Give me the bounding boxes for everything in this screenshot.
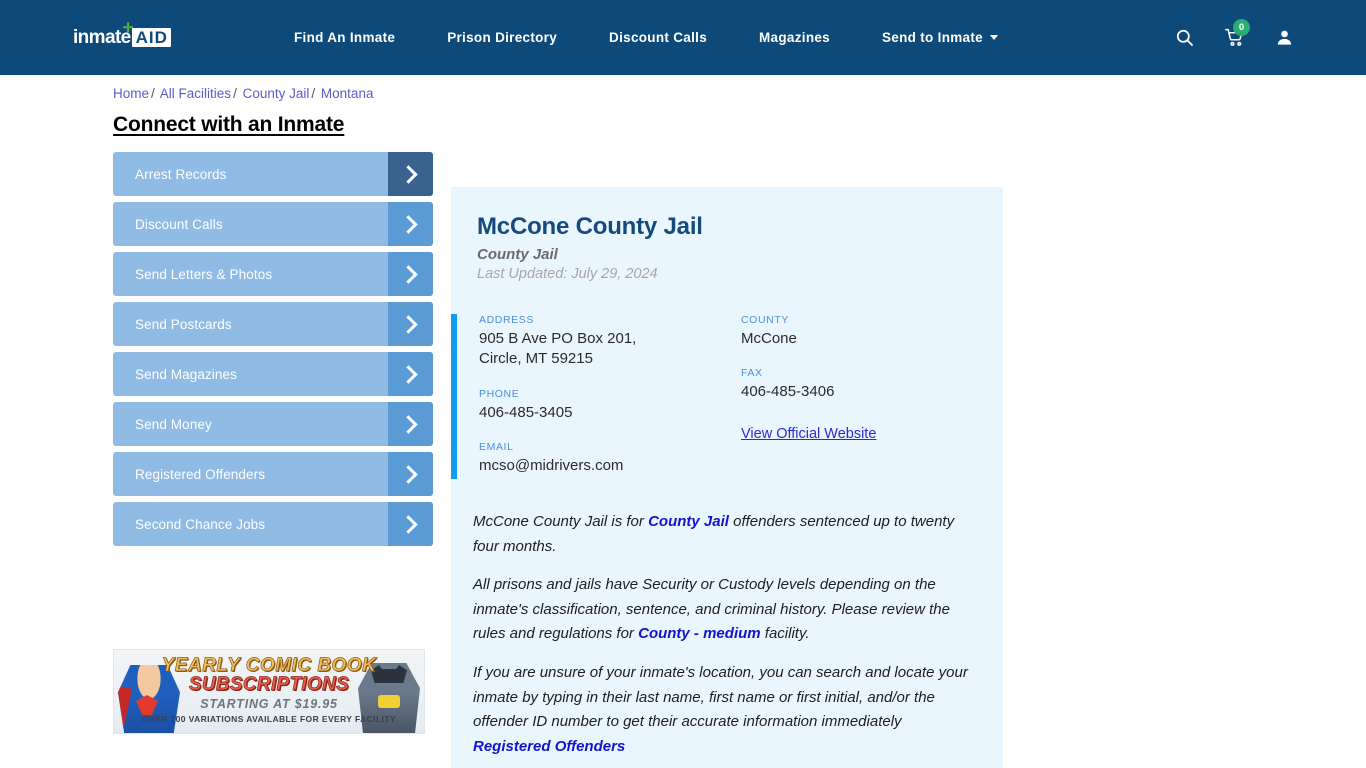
logo-badge: AID (131, 28, 171, 47)
accent-bar (451, 314, 457, 479)
description-paragraph-2: All prisons and jails have Security or C… (473, 573, 981, 647)
breadcrumb: Home / All Facilities / County Jail / Monta… (113, 86, 373, 101)
email-block: EMAIL mcso@midrivers.com (479, 441, 741, 476)
paragraph-3-text-a: If you are unsure of your inmate's locat… (473, 663, 968, 731)
sidebar-item-registered-offenders[interactable]: Registered Offenders (113, 452, 433, 496)
site-logo[interactable]: inmate AID ✛ (73, 21, 253, 47)
paragraph-1-text-a: McCone County Jail is for (473, 513, 649, 530)
header-icon-group: 0 (1175, 19, 1306, 47)
chevron-right-icon (388, 152, 433, 196)
email-value: mcso@midrivers.com (479, 456, 624, 474)
description-paragraph-1: McCone County Jail is for County Jail of… (473, 510, 981, 559)
address-line-1: 905 B Ave PO Box 201, (479, 330, 637, 347)
county-block: COUNTY McCone (741, 314, 1003, 349)
paragraph-2-text-b: facility. (760, 625, 810, 643)
view-official-website-link[interactable]: View Official Website (741, 426, 876, 442)
description-paragraph-3: If you are unsure of your inmate's locat… (473, 661, 981, 759)
chevron-right-icon (388, 402, 433, 446)
chevron-right-icon (388, 202, 433, 246)
facility-card-header: McCone County Jail County Jail Last Upda… (451, 213, 1003, 282)
sidebar-item-arrest-records[interactable]: Arrest Records (113, 152, 433, 196)
breadcrumb-separator: / (233, 86, 237, 101)
county-jail-link[interactable]: County Jail (648, 513, 729, 530)
ad-subtitle: STARTING AT $19.95 (200, 697, 338, 711)
sidebar-title: Connect with an Inmate (113, 113, 345, 136)
ad-title-line-2: SUBSCRIPTIONS (188, 674, 350, 696)
address-label: ADDRESS (479, 314, 534, 326)
email-label: EMAIL (479, 440, 514, 453)
nav-item-discount-calls[interactable]: Discount Calls (583, 30, 733, 45)
facility-contact-info: ADDRESS 905 B Ave PO Box 201, Circle, MT… (451, 314, 1003, 494)
registered-offenders-link[interactable]: Registered Offenders (473, 738, 625, 755)
county-value: McCone (741, 330, 797, 347)
address-value: 905 B Ave PO Box 201, Circle, MT 59215 (479, 329, 741, 370)
chevron-right-icon (388, 452, 433, 496)
sidebar-item-send-letters-photos[interactable]: Send Letters & Photos (113, 252, 433, 296)
sidebar-item-label: Registered Offenders (135, 466, 266, 482)
nav-item-send-to-inmate-label: Send to Inmate (882, 30, 983, 45)
fax-label: FAX (741, 367, 763, 380)
ad-footer-text: OVER 100 VARIATIONS AVAILABLE FOR EVERY … (142, 714, 396, 724)
phone-value: 406-485-3405 (479, 403, 573, 421)
chevron-right-icon (388, 252, 433, 296)
sidebar-item-label: Send Postcards (135, 316, 232, 332)
sidebar-item-label: Send Money (135, 416, 212, 432)
contact-column-left: ADDRESS 905 B Ave PO Box 201, Circle, MT… (479, 314, 741, 494)
website-block: View Official Website (741, 421, 1003, 443)
facility-type: County Jail (477, 246, 558, 263)
breadcrumb-link-county-jail[interactable]: County Jail (243, 86, 310, 101)
search-icon[interactable] (1175, 28, 1194, 47)
nav-item-send-to-inmate[interactable]: Send to Inmate (856, 30, 1024, 45)
county-label: COUNTY (741, 314, 789, 326)
sidebar-item-send-postcards[interactable]: Send Postcards (113, 302, 433, 346)
last-updated-text: Last Updated: July 29, 2024 (477, 266, 658, 282)
page-title: McCone County Jail (477, 213, 703, 240)
cart-icon[interactable]: 0 (1224, 19, 1250, 47)
phone-label: PHONE (479, 387, 520, 400)
address-block: ADDRESS 905 B Ave PO Box 201, Circle, MT… (479, 314, 741, 370)
comic-book-ad-banner[interactable]: YEARLY COMIC BOOK SUBSCRIPTIONS STARTING… (113, 649, 425, 734)
sidebar-item-label: Arrest Records (135, 166, 227, 182)
sidebar-item-label: Send Letters & Photos (135, 266, 273, 282)
fax-block: FAX 406-485-3406 (741, 367, 1003, 402)
facility-description: McCone County Jail is for County Jail of… (451, 510, 1003, 759)
nav-item-magazines[interactable]: Magazines (733, 30, 856, 45)
breadcrumb-link-home[interactable]: Home (113, 86, 149, 101)
breadcrumb-separator: / (151, 86, 155, 101)
nav-item-prison-directory[interactable]: Prison Directory (421, 30, 583, 45)
sidebar-item-label: Second Chance Jobs (135, 516, 266, 532)
breadcrumb-link-montana[interactable]: Montana (321, 86, 374, 101)
sidebar-item-label: Send Magazines (135, 366, 237, 382)
breadcrumb-link-all-facilities[interactable]: All Facilities (160, 86, 231, 101)
chevron-right-icon (388, 502, 433, 546)
sidebar-item-label: Discount Calls (135, 216, 223, 232)
chevron-right-icon (388, 352, 433, 396)
nav-item-find-an-inmate[interactable]: Find An Inmate (268, 30, 421, 45)
medical-cross-icon: ✛ (122, 20, 134, 35)
main-navigation: Find An Inmate Prison Directory Discount… (268, 30, 1175, 45)
address-line-2: Circle, MT 59215 (479, 350, 593, 368)
county-medium-link[interactable]: County - medium (638, 625, 761, 642)
chevron-right-icon (388, 302, 433, 346)
phone-block: PHONE 406-485-3405 (479, 388, 741, 423)
sidebar-item-send-magazines[interactable]: Send Magazines (113, 352, 433, 396)
user-account-icon[interactable] (1275, 28, 1294, 47)
sidebar: Connect with an Inmate Arrest Records Di… (113, 113, 433, 734)
sidebar-item-discount-calls[interactable]: Discount Calls (113, 202, 433, 246)
chevron-down-icon (989, 35, 998, 40)
sidebar-item-second-chance-jobs[interactable]: Second Chance Jobs (113, 502, 433, 546)
breadcrumb-separator: / (311, 86, 316, 101)
sidebar-item-send-money[interactable]: Send Money (113, 402, 433, 446)
facility-card: McCone County Jail County Jail Last Upda… (451, 187, 1003, 768)
cart-count-badge: 0 (1233, 19, 1250, 36)
contact-column-right: COUNTY McCone FAX 406-485-3406 View Offi… (741, 314, 1003, 494)
fax-value: 406-485-3406 (741, 383, 835, 401)
site-header: inmate AID ✛ Find An Inmate Prison Direct… (0, 0, 1366, 75)
